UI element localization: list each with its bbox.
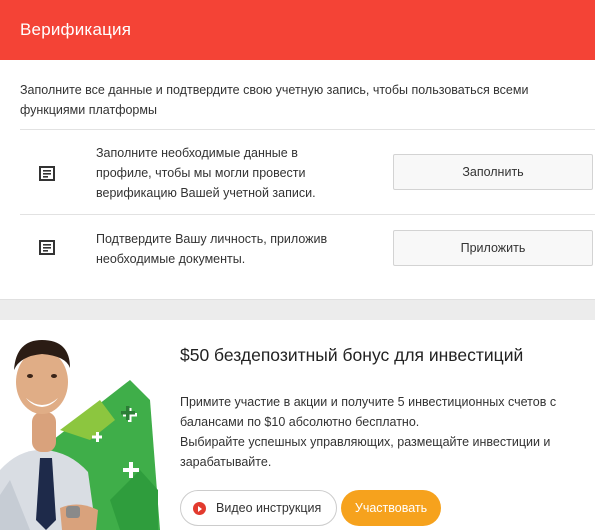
verification-intro: Заполните все данные и подтвердите свою … [20, 83, 529, 117]
video-instruction-button[interactable]: Видео инструкция [180, 490, 337, 526]
bonus-promo-card: $50 бездепозитный бонус для инвестиций П… [0, 320, 595, 530]
verification-row-documents: Подтвердите Вашу личность, приложив необ… [20, 214, 595, 284]
participate-button[interactable]: Участвовать [341, 490, 441, 526]
fill-button[interactable]: Заполнить [393, 154, 593, 190]
video-instruction-label: Видео инструкция [216, 501, 322, 515]
verification-title: Верификация [0, 0, 595, 60]
verification-card: Верификация Заполните все данные и подтв… [0, 0, 595, 300]
promo-description-text: Примите участие в акции и получите 5 инв… [180, 395, 557, 469]
attach-button[interactable]: Приложить [393, 230, 593, 266]
document-icon [39, 240, 55, 255]
profile-instruction: Заполните необходимые данные в профиле, … [96, 146, 316, 200]
verification-row-profile: Заполните необходимые данные в профиле, … [20, 129, 595, 215]
promo-title: $50 бездепозитный бонус для инвестиций [180, 345, 524, 365]
form-icon [39, 166, 55, 181]
promo-description: Примите участие в акции и получите 5 инв… [180, 392, 580, 472]
businessman-illustration [0, 340, 160, 530]
play-icon [193, 502, 206, 515]
documents-instruction: Подтвердите Вашу личность, приложив необ… [96, 232, 328, 266]
